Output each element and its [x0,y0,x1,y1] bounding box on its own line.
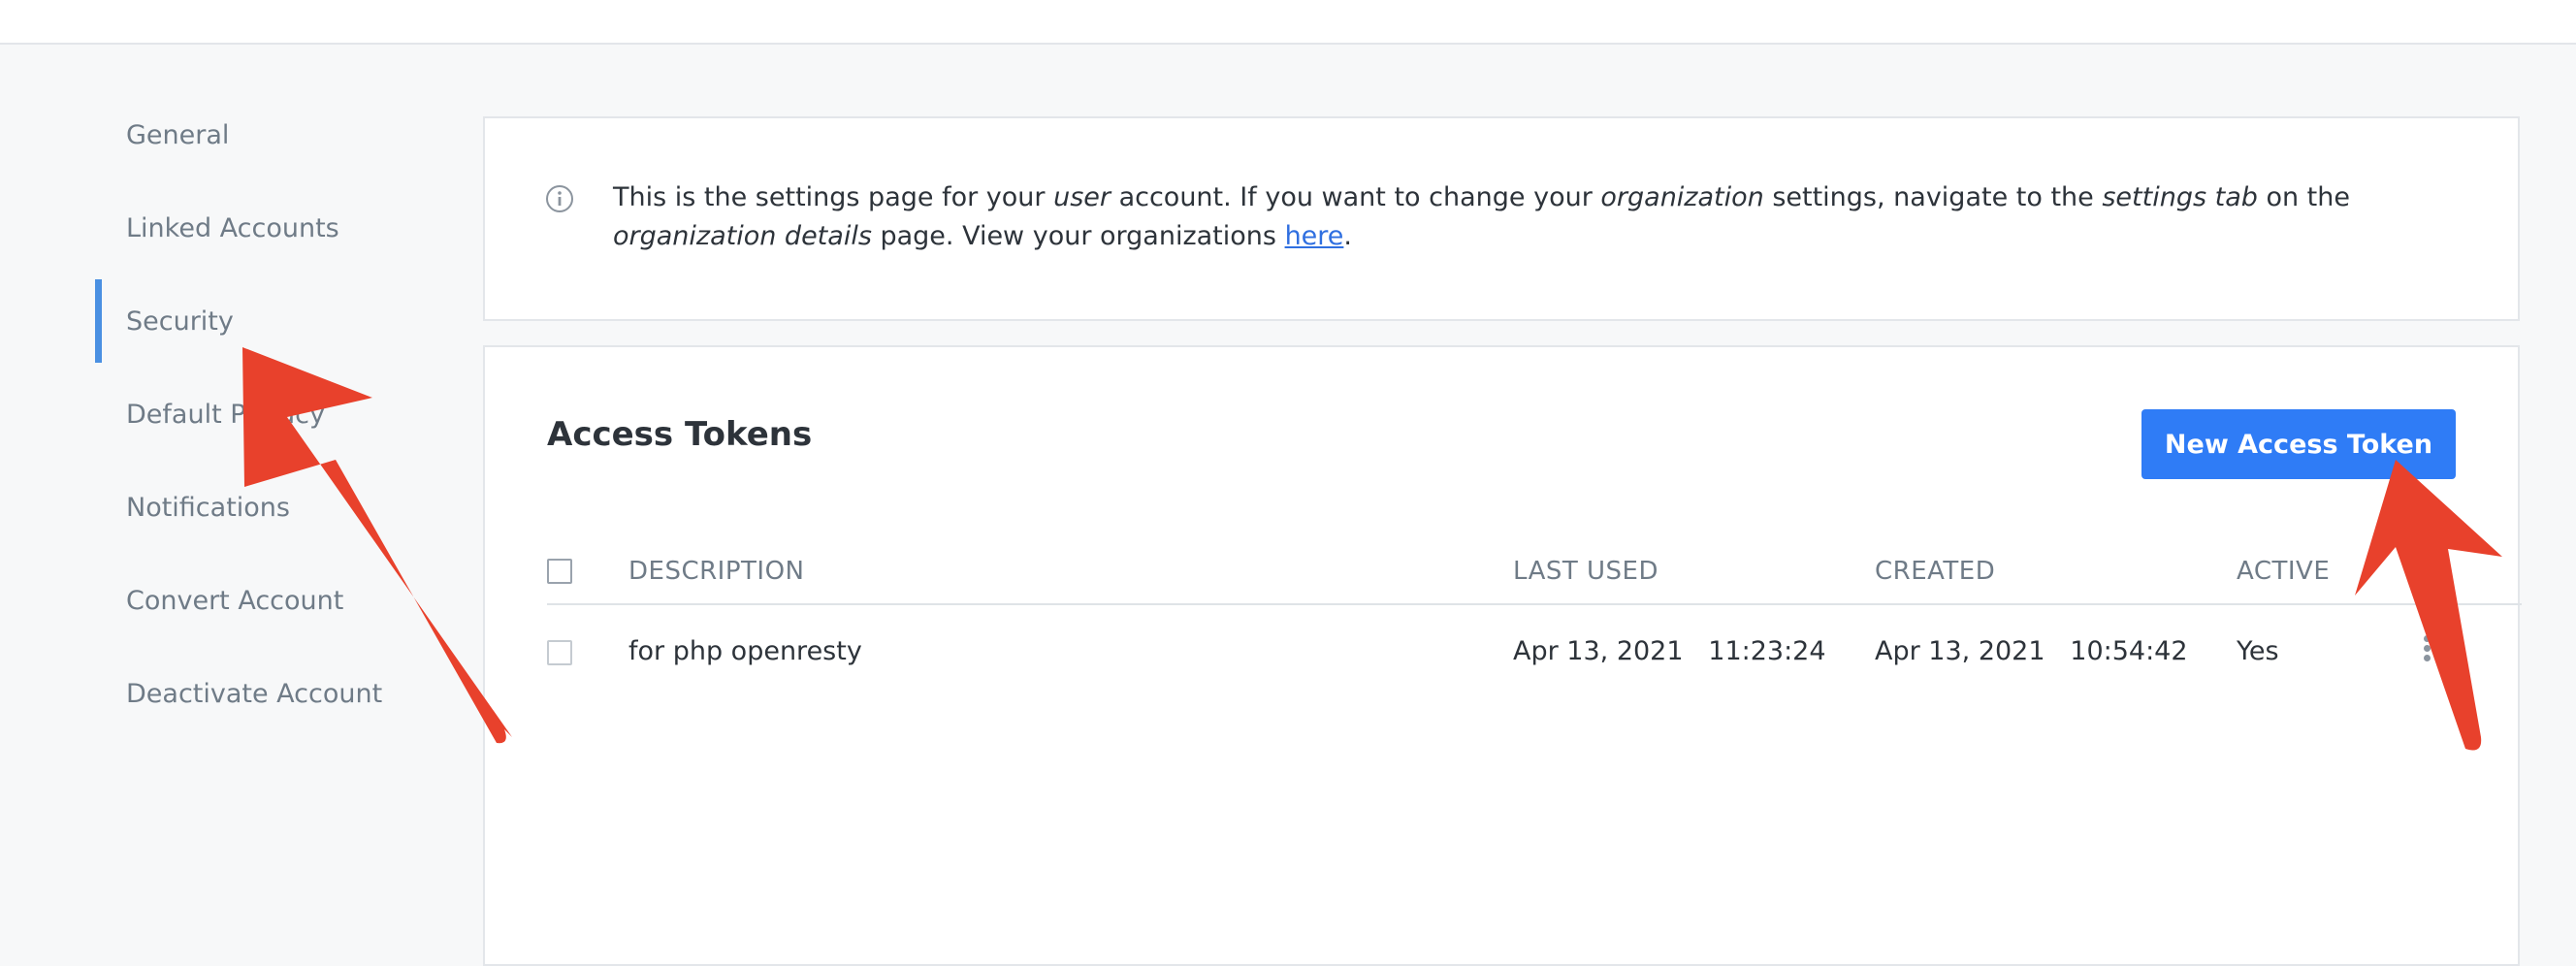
row-actions-kebab-icon[interactable] [2417,632,2436,671]
table-row: for php openresty Apr 13, 2021 11:23:24 … [547,605,2522,696]
column-last-used: LAST USED [1513,557,1659,586]
token-created: Apr 13, 2021 10:54:42 [1875,635,2188,666]
table-header: DESCRIPTION LAST USED CREATED ACTIVE [547,541,2522,605]
access-tokens-title: Access Tokens [547,415,813,454]
select-all-checkbox[interactable] [547,559,572,584]
token-active: Yes [2237,635,2279,666]
sidebar-item-default-privacy[interactable]: Default Privacy [95,372,415,456]
access-tokens-card: Access Tokens New Access Token DESCRIPTI… [483,345,2522,966]
sidebar-item-linked-accounts[interactable]: Linked Accounts [95,186,415,270]
top-bar [0,0,2576,45]
organizations-link[interactable]: here [1285,221,1344,251]
sidebar-item-general[interactable]: General [95,93,415,177]
sidebar-item-convert-account[interactable]: Convert Account [95,559,415,642]
info-card: This is the settings page for your user … [483,116,2520,321]
token-last-used: Apr 13, 2021 11:23:24 [1513,635,1826,666]
column-created: CREATED [1875,557,1996,586]
sidebar-item-security[interactable]: Security [95,279,415,363]
row-checkbox[interactable] [547,640,572,665]
new-access-token-button[interactable]: New Access Token [2141,409,2456,479]
sidebar-item-notifications[interactable]: Notifications [95,466,415,549]
info-icon [546,185,573,212]
token-description: for php openresty [628,635,862,666]
column-active: ACTIVE [2237,557,2331,586]
info-message: This is the settings page for your user … [613,182,2350,251]
column-description: DESCRIPTION [628,557,805,586]
sidebar-item-deactivate-account[interactable]: Deactivate Account [95,652,415,735]
